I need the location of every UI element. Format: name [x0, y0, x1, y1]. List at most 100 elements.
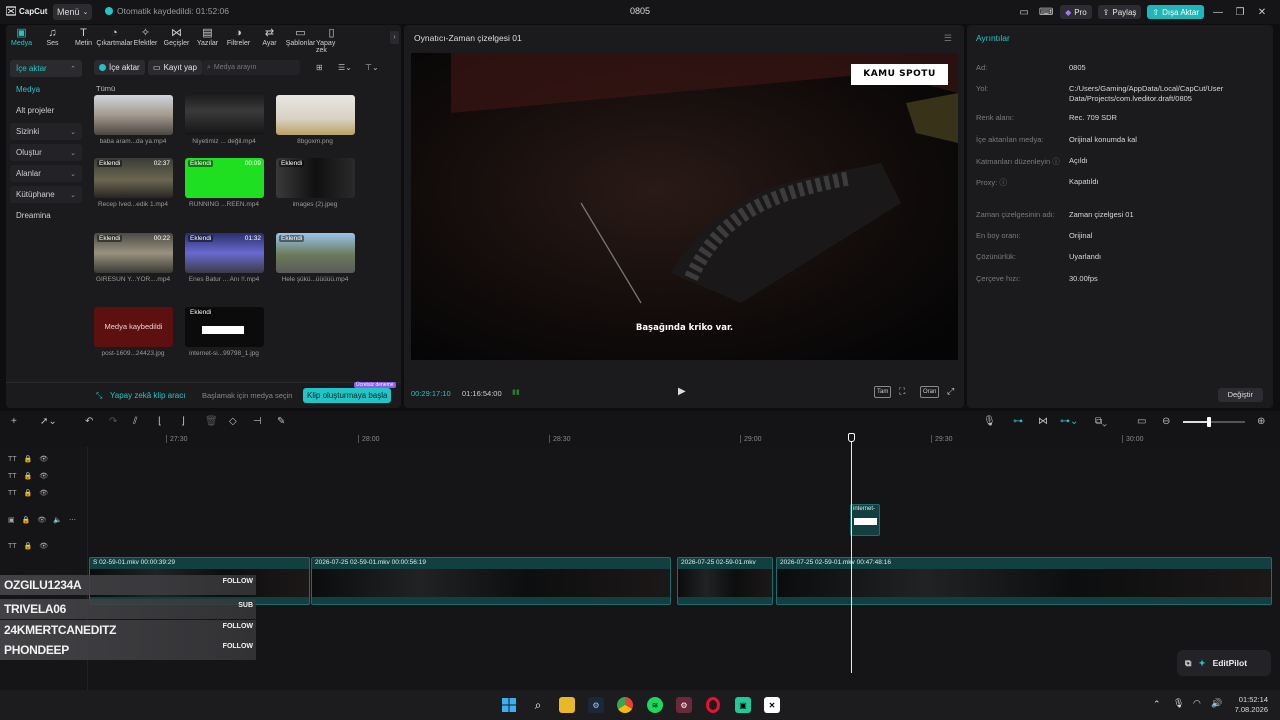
chevron-right-icon[interactable]: › — [390, 31, 399, 44]
fullscreen-icon[interactable]: ⤢ — [947, 386, 954, 397]
steam-icon[interactable]: ⚙ — [588, 697, 604, 713]
link-icon[interactable]: ⊶ — [1013, 416, 1023, 427]
wifi-icon[interactable]: ◠ — [1193, 698, 1201, 709]
tool-tab-1[interactable]: ♫ Ses — [37, 25, 68, 53]
import-button[interactable]: İçe aktar — [94, 60, 145, 75]
video-clip[interactable]: 2026-07-25 02-59-01.mkv 00:00:56:19 — [311, 557, 671, 605]
lock-icon[interactable]: 🔒 — [22, 516, 31, 524]
filter-icon[interactable]: ⊤⌄ — [365, 63, 379, 72]
tool-tab-9[interactable]: ▭ Şablonlar — [285, 25, 316, 53]
nav-item-5[interactable]: Alanlar ⌄ — [10, 165, 82, 182]
volume-icon[interactable]: 🔈 — [53, 516, 62, 524]
media-item-thumbnail[interactable] — [185, 95, 264, 135]
media-item-thumbnail[interactable]: Eklendi — [276, 233, 355, 273]
chevron-up-icon[interactable]: ⌃ — [1153, 699, 1161, 710]
menu-button[interactable]: Menü ⌄ — [53, 4, 93, 20]
shield-icon[interactable]: ◇ — [229, 416, 237, 427]
media-item-thumbnail[interactable]: Eklendi 01:32 — [185, 233, 264, 273]
tool-tab-4[interactable]: ✧ Efektler — [130, 25, 161, 53]
zoom-out-icon[interactable]: ⊖ — [1162, 416, 1170, 427]
speaker-icon[interactable]: 🔊 — [1211, 698, 1222, 709]
feedback-icon[interactable]: ⧉ — [1185, 658, 1191, 669]
mic-tray-icon[interactable]: 🎙 — [1173, 698, 1184, 709]
search-icon[interactable]: ⌕ — [530, 697, 546, 713]
media-search-input[interactable]: ⌕ Medya arayın — [202, 60, 300, 75]
share-button[interactable]: ⇪ Paylaş — [1097, 5, 1142, 19]
captions-icon[interactable]: ▭ — [1137, 416, 1146, 427]
tool-tab-7[interactable]: ◑ Filtreler — [223, 25, 254, 53]
playhead[interactable] — [851, 433, 852, 673]
zoom-slider[interactable] — [1183, 417, 1245, 427]
media-item-thumbnail[interactable]: Eklendi — [185, 307, 264, 347]
focus-icon[interactable]: ⛶ — [899, 386, 905, 397]
eye-icon[interactable]: 👁 — [39, 472, 48, 480]
change-button[interactable]: Değiştir — [1217, 388, 1263, 402]
minimize-icon[interactable]: — — [1210, 5, 1226, 19]
nav-item-3[interactable]: Sizinki ⌄ — [10, 123, 82, 140]
full-quality-button[interactable]: Tam — [874, 386, 892, 398]
more-icon[interactable]: ⋯ — [69, 516, 76, 524]
media-item-thumbnail[interactable]: Medya kaybedildi — [94, 307, 173, 347]
nav-item-1[interactable]: Medya — [10, 81, 82, 98]
select-tool-icon[interactable]: ➚⌄ — [40, 416, 57, 427]
windows-start-icon[interactable] — [501, 697, 517, 713]
trim-right-icon[interactable]: ⌋ — [181, 416, 185, 427]
close-icon[interactable]: ✕ — [1254, 5, 1270, 19]
spotify-icon[interactable]: ≋ — [647, 697, 663, 713]
media-item-thumbnail[interactable]: Eklendi 00:09 — [185, 158, 264, 198]
timeline-ruler[interactable]: 27:30 28:00 28:30 29:00 29:30 30:00 — [0, 433, 1280, 447]
lock-icon[interactable]: 🔒 — [24, 472, 33, 480]
capcut-taskbar-icon[interactable]: ✕ — [764, 697, 780, 713]
clock[interactable]: 01:52:14 7.08.2026 — [1235, 695, 1268, 715]
playhead-handle[interactable] — [848, 433, 855, 442]
eye-icon[interactable]: 👁 — [39, 542, 48, 550]
eye-icon[interactable]: 👁 — [37, 516, 46, 524]
play-button[interactable]: ▶ — [678, 386, 686, 397]
tool-tab-3[interactable]: ◔ Çıkartmalar — [96, 25, 132, 53]
tool-tab-6[interactable]: ▤ Yazılar — [192, 25, 223, 53]
nav-item-0[interactable]: İçe aktar ⌃ — [10, 60, 82, 77]
microphone-icon[interactable]: 🎙 — [983, 416, 996, 427]
media-item-thumbnail[interactable] — [94, 95, 173, 135]
nav-item-7[interactable]: Dreamina — [10, 207, 82, 224]
ripple-icon[interactable]: ⧉⌄ — [1095, 416, 1107, 427]
freeze-icon[interactable]: ⊣ — [253, 416, 262, 427]
lock-icon[interactable]: 🔒 — [24, 455, 33, 463]
grid-view-icon[interactable]: ⊞ — [316, 63, 323, 72]
video-clip[interactable]: 2026-07-25 02-59-01.mkv — [677, 557, 773, 605]
tool-tab-8[interactable]: ⇄ Ayar — [254, 25, 285, 53]
zoom-slider-handle[interactable] — [1207, 417, 1211, 427]
media-item-thumbnail[interactable]: Eklendi 00:22 — [94, 233, 173, 273]
layout-icon[interactable]: ▭ — [1016, 5, 1032, 19]
nav-item-4[interactable]: Oluştur ⌄ — [10, 144, 82, 161]
add-track-icon[interactable]: + — [11, 416, 17, 427]
undo-icon[interactable]: ↶ — [85, 416, 93, 427]
snap-icon[interactable]: ⋈ — [1038, 416, 1048, 427]
split-icon[interactable]: ⫽ — [133, 416, 137, 427]
maximize-icon[interactable]: ❐ — [1232, 5, 1248, 19]
steam-active-icon[interactable]: ⚙ — [676, 697, 692, 713]
pro-button[interactable]: ◆ Pro — [1060, 5, 1092, 19]
tool-tab-2[interactable]: T Metin — [68, 25, 99, 53]
lock-icon[interactable]: 🔒 — [24, 489, 33, 497]
shortcuts-icon[interactable]: ⌨ — [1038, 5, 1054, 19]
file-explorer-icon[interactable] — [559, 697, 575, 713]
tool-tab-0[interactable]: ▣ Medya — [6, 25, 37, 53]
export-button[interactable]: ⇧ Dışa Aktar — [1147, 5, 1204, 19]
zoom-in-icon[interactable]: ⊕ — [1257, 416, 1265, 427]
tool-tab-10[interactable]: ▯ Yapay zek — [316, 25, 347, 54]
player-menu-icon[interactable]: ☰ — [944, 33, 952, 44]
media-item-thumbnail[interactable]: Eklendi 02:37 — [94, 158, 173, 198]
lock-icon[interactable]: 🔒 — [24, 542, 33, 550]
app-icon[interactable]: ▣ — [735, 697, 751, 713]
redo-icon[interactable]: ↷ — [109, 416, 117, 427]
media-item-thumbnail[interactable] — [276, 95, 355, 135]
media-item-thumbnail[interactable]: Eklendi — [276, 158, 355, 198]
ai-tool-label[interactable]: Yapay zekâ klip aracı — [110, 391, 185, 400]
preview-axis-icon[interactable]: ⊶⌄ — [1060, 416, 1078, 427]
eye-icon[interactable]: 👁 — [39, 489, 48, 497]
magic-icon[interactable]: ✎ — [277, 416, 285, 427]
ratio-button[interactable]: Oran — [920, 386, 940, 398]
nav-item-6[interactable]: Kütüphane ⌄ — [10, 186, 82, 203]
record-button[interactable]: ▭ Kayıt yap — [148, 60, 202, 75]
